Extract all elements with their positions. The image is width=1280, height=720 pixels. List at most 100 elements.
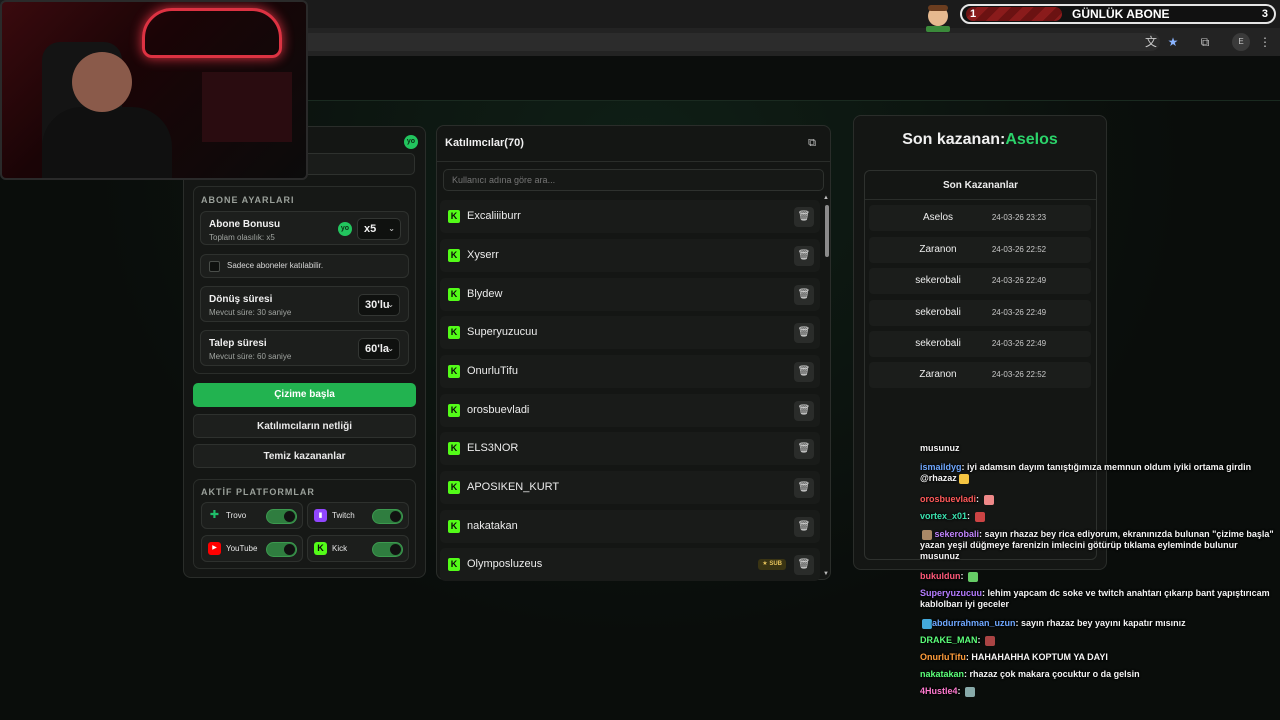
chat-username: orosbuevladi — [920, 494, 977, 504]
subs-only-label: Sadece aboneler katılabilir. — [227, 261, 324, 270]
platform-label: Trovo — [226, 511, 247, 520]
trash-icon[interactable]: 🗑 — [794, 362, 814, 382]
kick-icon: K — [448, 288, 460, 301]
participant-name: Xyserr — [467, 249, 499, 261]
chat-message: abdurrahman_uzun: sayın rhazaz bey yayın… — [920, 618, 1275, 629]
platform-kick: K Kick — [307, 535, 409, 562]
copy-icon[interactable]: ⧉ — [802, 134, 822, 152]
translate-icon[interactable]: 文 — [1142, 33, 1160, 51]
subscriber-bonus-row: Abone Bonusu Toplam olasılık: x5 yo x5 ⌄ — [200, 211, 409, 245]
participant-name: Blydew — [467, 288, 503, 300]
winner-date: 24-03-26 22:49 — [991, 339, 1047, 348]
divider — [865, 199, 1096, 200]
platform-trovo: ✚ Trovo — [201, 502, 303, 529]
chat-text: HAHAHAHHA KOPTUM YA DAYI — [971, 652, 1108, 662]
participant-row: K Superyuzucuu 🗑 — [440, 316, 820, 349]
participant-name: nakatakan — [467, 520, 518, 532]
divider — [437, 161, 830, 162]
chevron-down-icon: ⌄ — [387, 344, 394, 353]
scroll-down-icon[interactable]: ▼ — [823, 571, 829, 577]
kick-icon: K — [448, 210, 460, 223]
settings-input[interactable] — [296, 153, 415, 175]
participant-name: OnurluTifu — [467, 365, 518, 377]
trovo-icon: ✚ — [209, 509, 220, 521]
chat-message: OnurluTifu: HAHAHAHHA KOPTUM YA DAYI — [920, 652, 1108, 662]
kick-icon: K — [448, 442, 460, 455]
trovo-toggle[interactable] — [266, 509, 297, 524]
clear-winners-button[interactable]: Temiz kazananlar — [193, 444, 416, 468]
participant-search-input[interactable] — [443, 169, 824, 191]
bonus-multiplier-select[interactable]: x5 ⌄ — [357, 218, 401, 240]
subs-only-row[interactable]: Sadece aboneler katılabilir. — [200, 254, 409, 278]
spin-duration-title: Dönüş süresi — [209, 294, 273, 305]
start-draw-button[interactable]: Çizime başla — [193, 383, 416, 407]
participants-scrollbar[interactable] — [825, 205, 829, 257]
chevron-down-icon: ⌄ — [388, 224, 395, 233]
extensions-icon[interactable]: ⧉ — [1196, 33, 1214, 51]
trash-icon[interactable]: 🗑 — [794, 285, 814, 305]
chat-message: Superyuzucuu: lehim yapcam dc soke ve tw… — [920, 588, 1270, 609]
neon-sign — [142, 8, 282, 58]
profile-icon[interactable]: E — [1232, 33, 1250, 51]
participant-row: K Blydew 🗑 — [440, 278, 820, 311]
platform-youtube: ▶ YouTube — [201, 535, 303, 562]
trash-icon[interactable]: 🗑 — [794, 207, 814, 227]
goal-target-count: 3 — [1261, 8, 1268, 20]
kick-icon: K — [448, 404, 460, 417]
chat-username: DRAKE_MAN — [920, 635, 978, 645]
twitch-toggle[interactable] — [372, 509, 403, 524]
chat-username: sekerobali — [934, 529, 980, 539]
chat-username: OnurluTifu — [920, 652, 966, 662]
winner-row: Zaranon 24-03-26 22:52 — [869, 237, 1091, 263]
claim-duration-subtitle: Mevcut süre: 60 saniye — [209, 352, 292, 361]
trash-icon[interactable]: 🗑 — [794, 246, 814, 266]
bookmark-star-icon[interactable]: ★ — [1164, 33, 1182, 51]
spin-duration-select[interactable]: 30'lu ⌄ — [358, 294, 400, 316]
scroll-up-icon[interactable]: ▲ — [823, 195, 829, 201]
emote-icon — [965, 686, 976, 697]
participant-row: Knakatakan 🗑 — [440, 510, 820, 543]
chat-username: ismaildyg — [920, 462, 962, 472]
youtube-toggle[interactable] — [266, 542, 297, 557]
yo-badge-icon: yo — [338, 222, 352, 236]
trash-icon[interactable]: 🗑 — [794, 478, 814, 498]
streamer-body — [42, 107, 172, 178]
subs-only-checkbox[interactable] — [209, 261, 220, 272]
participant-name: Excaliiiburr — [467, 210, 521, 222]
spin-duration-subtitle: Mevcut süre: 30 saniye — [209, 308, 292, 317]
claim-duration-value: 60'la — [365, 343, 390, 355]
chat-message: sekerobali: sayın rhazaz bey rica ediyor… — [920, 529, 1274, 561]
chat-username: 4Hustle4 — [920, 686, 958, 696]
trash-icon[interactable]: 🗑 — [794, 555, 814, 575]
section-title: ABONE AYARLARI — [201, 195, 295, 205]
bonus-subtitle: Toplam olasılık: x5 — [209, 233, 275, 242]
claim-duration-select[interactable]: 60'la ⌄ — [358, 338, 400, 360]
menu-kebab-icon[interactable]: ⋮ — [1256, 33, 1274, 51]
yo-badge-icon: yo — [404, 135, 418, 149]
chat-message: bukuldun: — [920, 571, 1275, 582]
participant-row: K Olymposluzeus ★ SUB 🗑 — [440, 548, 820, 581]
trash-icon[interactable]: 🗑 — [794, 517, 814, 537]
goal-label: GÜNLÜK ABONE — [1072, 7, 1170, 21]
trash-icon[interactable]: 🗑 — [794, 401, 814, 421]
address-bar[interactable] — [300, 33, 1160, 51]
chat-message: ismaildyg: iyi adamsın dayım tanıştığımı… — [920, 462, 1252, 484]
chat-username: abdurrahman_uzun — [932, 618, 1016, 628]
chat-text: rhazaz çok makara çocuktur o da gelsin — [969, 669, 1140, 679]
participant-row: Korosbuevladi 🗑 — [440, 394, 820, 427]
emote-icon — [968, 571, 978, 582]
chat-message: vortex_x01: — [920, 511, 1275, 522]
winner-date: 24-03-26 22:52 — [991, 370, 1047, 379]
chevron-down-icon: ⌄ — [387, 300, 394, 309]
recent-winners-title: Son Kazananlar — [942, 180, 1019, 191]
trash-icon[interactable]: 🗑 — [794, 323, 814, 343]
participant-row: K Xyserr 🗑 — [440, 239, 820, 272]
emote-icon — [983, 494, 994, 505]
badge-icon — [922, 618, 932, 629]
winner-date: 24-03-26 22:52 — [991, 245, 1047, 254]
trash-icon[interactable]: 🗑 — [794, 439, 814, 459]
spin-duration-row: Dönüş süresi Mevcut süre: 30 saniye 30'l… — [200, 286, 409, 322]
kick-toggle[interactable] — [372, 542, 403, 557]
participants-title: Katılımcılar(70) — [445, 137, 524, 149]
clear-participants-button[interactable]: Katılımcıların netliği — [193, 414, 416, 438]
